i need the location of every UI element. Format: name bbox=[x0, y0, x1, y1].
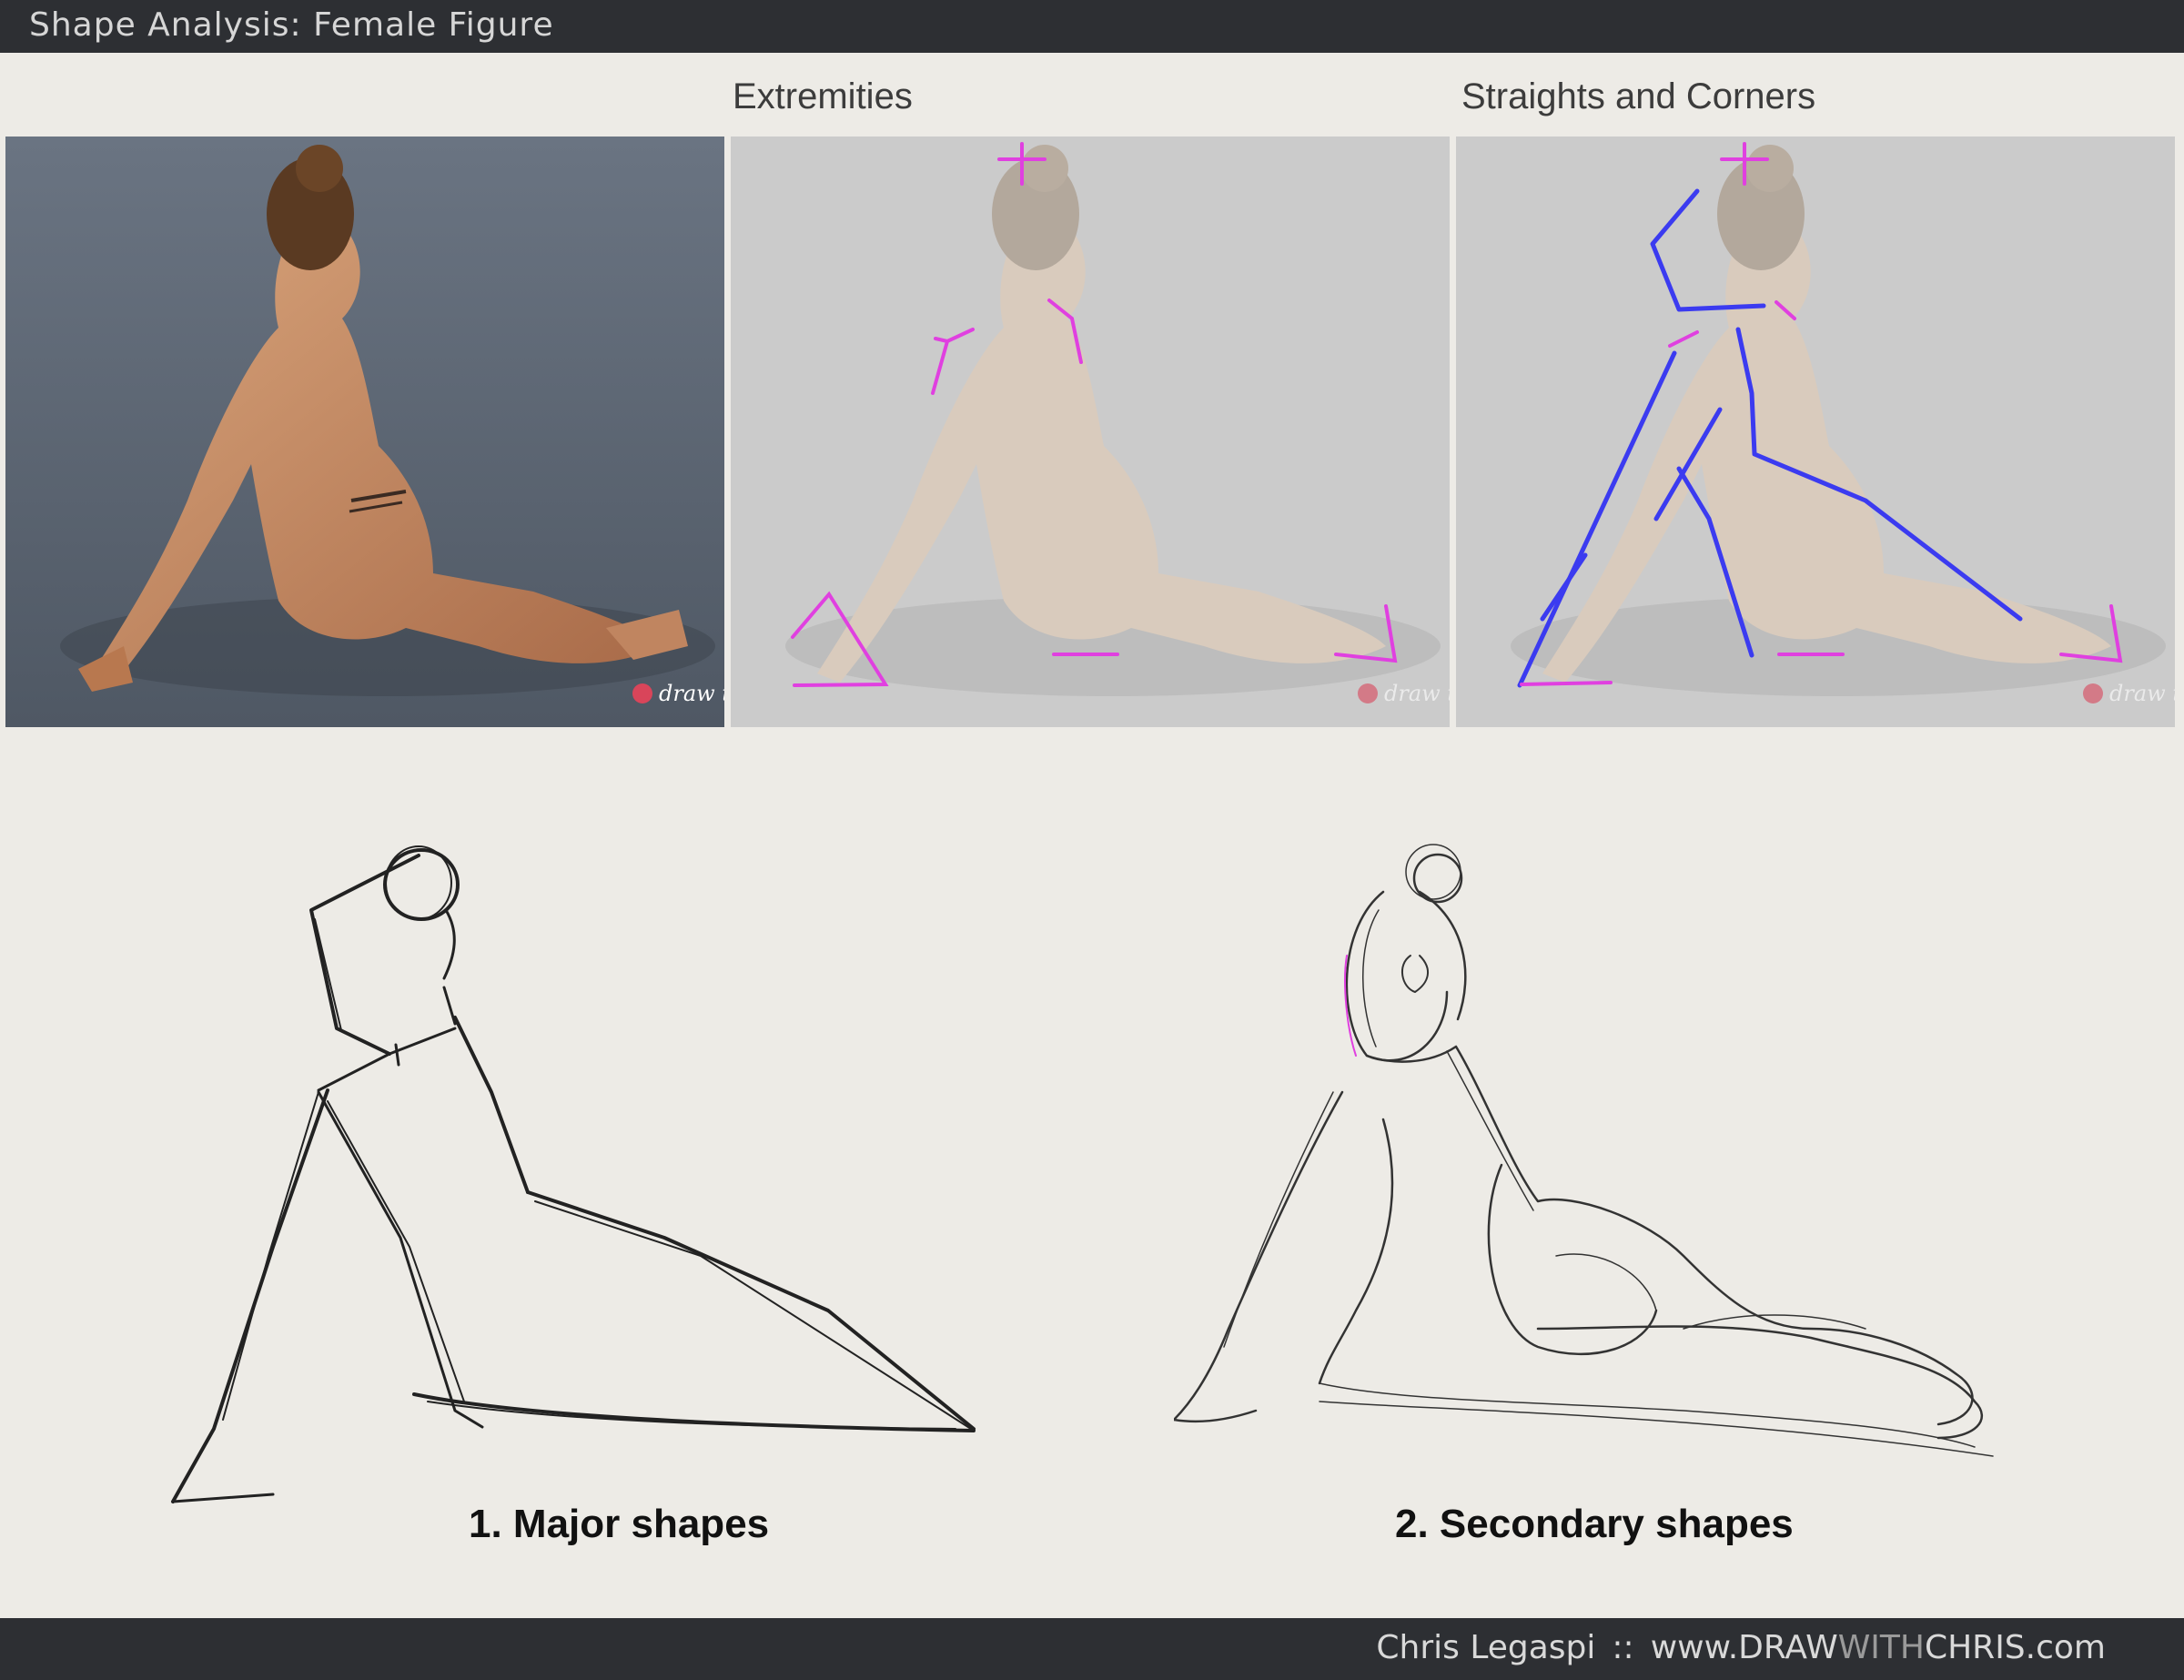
straights-corners-photo: draw this bbox=[1456, 137, 2175, 727]
footer-credit: Chris Legaspi:: www.DRAWWITHCHRIS.com bbox=[1376, 1629, 2106, 1666]
major-shapes-caption: 1. Major shapes bbox=[469, 1502, 770, 1546]
footer-bar: Chris Legaspi:: www.DRAWWITHCHRIS.com bbox=[0, 1618, 2184, 1680]
watermark-logo: draw this bbox=[1358, 681, 1450, 706]
secondary-shapes-caption: 2. Secondary shapes bbox=[1395, 1502, 1794, 1546]
page-title: Shape Analysis: Female Figure bbox=[29, 6, 554, 44]
reference-photo: draw this bbox=[5, 137, 724, 727]
straights-corners-title: Straights and Corners bbox=[1461, 76, 1816, 116]
footer-separator: :: bbox=[1612, 1629, 1634, 1666]
svg-text:draw this: draw this bbox=[2109, 681, 2175, 706]
website-link[interactable]: www.DRAWWITHCHRIS.com bbox=[1651, 1629, 2106, 1666]
author-name: Chris Legaspi bbox=[1376, 1629, 1596, 1666]
major-shapes-sketch bbox=[155, 819, 1083, 1514]
header-bar: Shape Analysis: Female Figure bbox=[0, 0, 2184, 53]
svg-text:draw this: draw this bbox=[659, 681, 724, 706]
secondary-shapes-sketch bbox=[1172, 819, 2084, 1514]
extremities-title: Extremities bbox=[733, 76, 913, 116]
svg-text:draw this: draw this bbox=[1384, 681, 1450, 706]
watermark-logo: draw this bbox=[632, 681, 724, 706]
extremities-photo: draw this bbox=[731, 137, 1450, 727]
watermark-logo: draw this bbox=[2083, 681, 2175, 706]
